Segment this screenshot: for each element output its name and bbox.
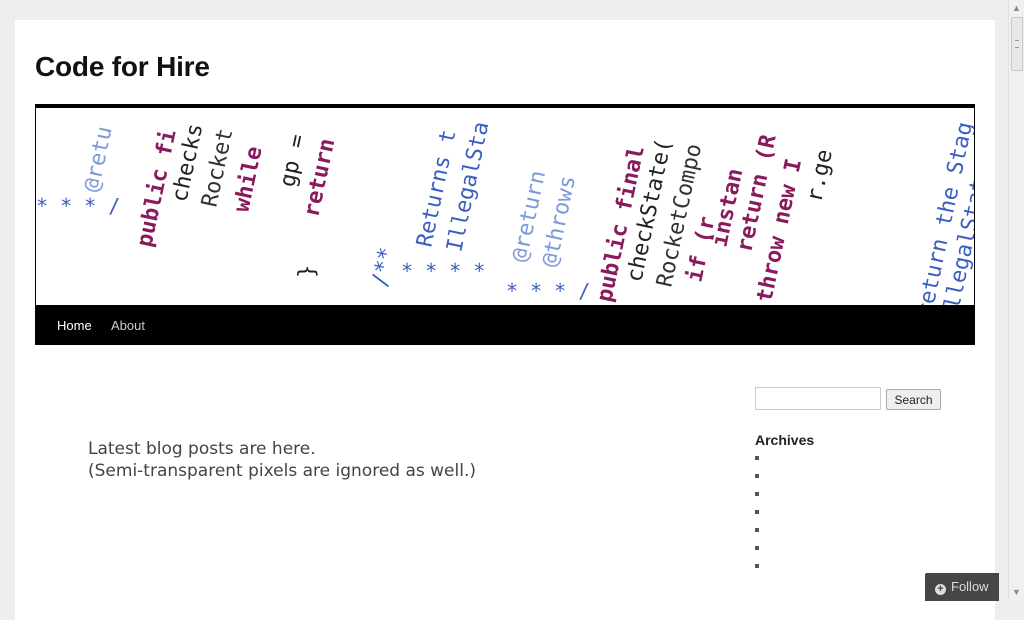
nav-item-about[interactable]: About <box>111 305 145 345</box>
svg-text:* * * /: * * * / <box>506 279 590 303</box>
content-line-1: Latest blog posts are here. <box>88 439 316 459</box>
archive-list-item[interactable] <box>755 564 875 582</box>
header-image[interactable]: @retu public fi checks Rocket while gp =… <box>35 104 975 305</box>
content-line-2: (Semi-transparent pixels are ignored as … <box>88 461 477 481</box>
svg-text:* * * /: * * * / <box>36 194 120 218</box>
archive-list-item[interactable] <box>755 546 875 564</box>
follow-label: Follow <box>951 579 989 594</box>
svg-text:* * * *: * * * * <box>401 259 485 283</box>
scroll-thumb[interactable] <box>1011 17 1023 71</box>
follow-button[interactable]: + Follow <box>925 573 999 601</box>
scroll-up-arrow-icon[interactable]: ▲ <box>1009 0 1024 16</box>
plus-circle-icon: + <box>935 584 946 595</box>
search-button[interactable]: Search <box>886 389 941 410</box>
archive-list-item[interactable] <box>755 492 875 510</box>
search-input[interactable] <box>755 387 881 410</box>
scroll-down-arrow-icon[interactable]: ▼ <box>1009 584 1024 600</box>
archive-list-item[interactable] <box>755 456 875 474</box>
header-code-art: @retu public fi checks Rocket while gp =… <box>36 119 974 305</box>
header-fragment: while <box>229 144 267 214</box>
header-fragment: r.ge <box>802 147 837 204</box>
main-navigation: Home About <box>35 305 975 345</box>
main-content: Latest blog posts are here. (Semi-transp… <box>88 438 476 482</box>
page-container: Code for Hire @retu public fi checks Roc… <box>15 20 995 620</box>
vertical-scrollbar[interactable]: ▲ ▼ <box>1008 0 1024 600</box>
archive-list-item[interactable] <box>755 528 875 546</box>
site-title[interactable]: Code for Hire <box>35 51 210 83</box>
header-fragment: /** <box>367 245 400 289</box>
header-fragment: } <box>295 265 320 278</box>
archive-list-item[interactable] <box>755 474 875 492</box>
archive-list-item[interactable] <box>755 510 875 528</box>
nav-item-home[interactable]: Home <box>57 305 92 345</box>
archives-title: Archives <box>755 432 815 448</box>
header-fragment: @retu <box>79 124 117 194</box>
archives-list <box>755 456 875 582</box>
